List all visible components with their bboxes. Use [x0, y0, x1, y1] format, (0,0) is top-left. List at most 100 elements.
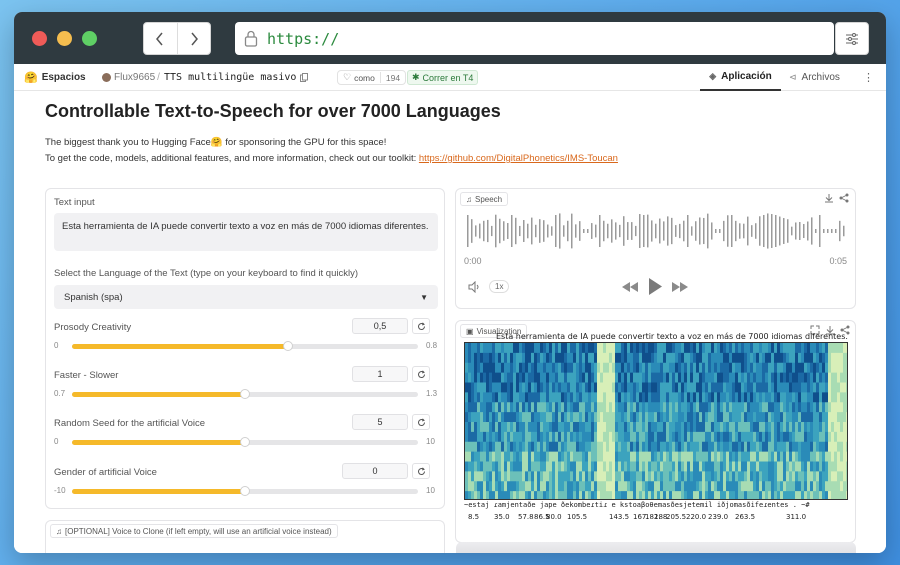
- reset-button[interactable]: [412, 318, 430, 334]
- spectrogram-cell: [801, 382, 804, 393]
- slider-thumb[interactable]: [240, 486, 250, 496]
- slider-thumb[interactable]: [283, 341, 294, 351]
- spectrogram-cell: [612, 382, 615, 393]
- back-button[interactable]: [144, 23, 177, 54]
- text-input-field[interactable]: Esta herramienta de IA puede convertir t…: [54, 213, 438, 251]
- rewind-icon[interactable]: [622, 281, 638, 293]
- spectrogram-cell: [537, 451, 540, 462]
- spectrogram-cell: [810, 441, 813, 453]
- slider-thumb[interactable]: [240, 389, 250, 399]
- spectrogram-cell: [501, 352, 504, 364]
- spectrogram-cell: [699, 491, 702, 499]
- play-icon[interactable]: [648, 277, 662, 295]
- address-bar[interactable]: https://: [235, 22, 834, 55]
- spectrogram-cell: [540, 471, 543, 482]
- spectrogram-cell: [831, 471, 834, 482]
- spectrogram-cell: [651, 412, 654, 423]
- spectrogram-cell: [648, 441, 651, 453]
- spectrogram-cell: [777, 471, 780, 482]
- browser-menu-button[interactable]: [835, 22, 869, 55]
- spectrogram-cell: [723, 352, 726, 364]
- spectrogram-cell: [498, 362, 501, 374]
- waveform-bar: [799, 221, 801, 241]
- audio-waveform[interactable]: [464, 211, 849, 251]
- spectrogram-cell: [843, 471, 846, 482]
- slider-track[interactable]: [72, 437, 418, 447]
- spectrogram-cell: [519, 372, 522, 383]
- playback-speed-button[interactable]: 1x: [489, 280, 510, 293]
- download-icon[interactable]: [823, 192, 835, 204]
- volume-icon[interactable]: [468, 281, 482, 293]
- fast-forward-icon[interactable]: [672, 281, 688, 293]
- spectrogram-cell: [699, 471, 702, 482]
- reset-button[interactable]: [412, 366, 430, 382]
- spectrogram-cell: [603, 372, 606, 383]
- copy-icon[interactable]: [300, 73, 309, 82]
- minimize-window-button[interactable]: [57, 31, 72, 46]
- spectrogram-cell: [519, 392, 522, 403]
- spectrogram-cell: [567, 343, 570, 354]
- slider-thumb[interactable]: [240, 437, 250, 447]
- spectrogram-cell: [591, 481, 594, 492]
- spectrogram-cell: [633, 352, 636, 364]
- spectrogram-cell: [762, 352, 765, 364]
- slider-number-input[interactable]: 5: [352, 414, 408, 430]
- more-options-button[interactable]: ⋮: [863, 64, 874, 91]
- waveform-bar: [531, 217, 533, 245]
- spectrogram-cell: [675, 372, 678, 383]
- spectrogram-cell: [840, 362, 843, 374]
- spectrogram-cell: [603, 362, 606, 374]
- slider-track[interactable]: [72, 389, 418, 399]
- spectrogram-cell: [579, 441, 582, 453]
- spectrogram-cell: [819, 441, 822, 453]
- spectrogram-cell: [732, 491, 735, 499]
- spectrogram-cell: [711, 491, 714, 499]
- run-badge[interactable]: ✱ Correr en T4: [407, 64, 479, 91]
- spectrogram-cell: [678, 362, 681, 374]
- spaces-brand[interactable]: 🤗 Espacios: [24, 64, 86, 91]
- spectrogram-cell: [846, 441, 847, 453]
- spectrogram-cell: [708, 471, 711, 482]
- spectrogram-cell: [831, 372, 834, 383]
- spectrogram-cell: [675, 402, 678, 413]
- reset-button[interactable]: [412, 414, 430, 430]
- spectrogram-cell: [537, 382, 540, 393]
- spectrogram-cell: [687, 382, 690, 393]
- spectrogram-cell: [732, 451, 735, 462]
- tab-files[interactable]: ⊲ Archivos: [789, 64, 840, 91]
- spectrogram-cell: [597, 362, 600, 374]
- toolkit-link[interactable]: https://github.com/DigitalPhonetics/IMS-…: [419, 153, 618, 164]
- spectrogram-cell: [543, 431, 546, 443]
- spectrogram-cell: [723, 362, 726, 374]
- slider-track[interactable]: [72, 341, 418, 351]
- share-icon[interactable]: [838, 192, 850, 204]
- close-window-button[interactable]: [32, 31, 47, 46]
- language-select[interactable]: Spanish (spa) ▼: [54, 285, 438, 309]
- slider-track[interactable]: [72, 486, 418, 496]
- reset-button[interactable]: [412, 463, 430, 479]
- maximize-window-button[interactable]: [82, 31, 97, 46]
- spectrogram-cell: [711, 441, 714, 453]
- space-author[interactable]: Flux9665 /: [102, 64, 162, 91]
- like-button[interactable]: ♡ como 194: [337, 64, 407, 91]
- waveform-bar: [611, 219, 613, 243]
- spectrogram-cell: [741, 441, 744, 453]
- spectrogram-cell: [708, 481, 711, 492]
- spectrogram-cell: [789, 382, 792, 393]
- spectrogram-cell: [642, 382, 645, 393]
- generate-button[interactable]: [456, 542, 856, 553]
- forward-button[interactable]: [176, 23, 210, 54]
- spectrogram-cell: [519, 343, 522, 354]
- slider-number-input[interactable]: 0,5: [352, 318, 408, 334]
- tab-app[interactable]: ◈ Aplicación: [700, 64, 781, 91]
- space-repo-name[interactable]: TTS multilingüe masivo: [164, 64, 309, 91]
- slider-number-input[interactable]: 0: [342, 463, 408, 479]
- spectrogram-cell: [576, 372, 579, 383]
- spectrogram-cell: [789, 372, 792, 383]
- reset-icon: [417, 466, 425, 475]
- slider-number-input[interactable]: 1: [352, 366, 408, 382]
- spectrogram-cell: [801, 343, 804, 354]
- spectrogram-cell: [540, 402, 543, 413]
- spectrogram-cell: [495, 481, 498, 492]
- spectrogram-cell: [756, 362, 759, 374]
